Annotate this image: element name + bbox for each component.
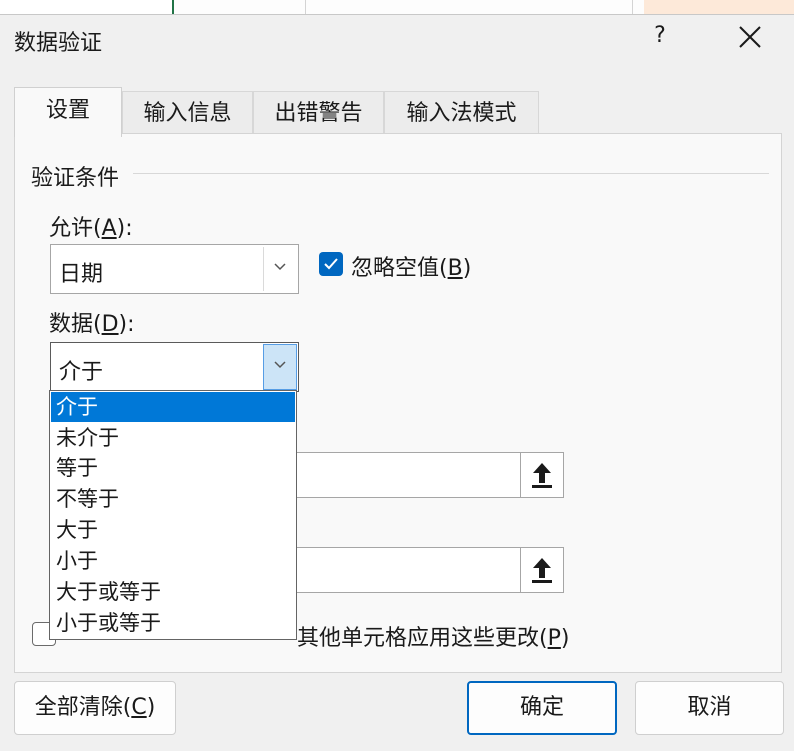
chevron-down-icon: [274, 263, 286, 271]
collapse-dialog-icon: [532, 558, 552, 583]
data-option[interactable]: 未介于: [51, 423, 295, 453]
data-option[interactable]: 小于或等于: [51, 608, 295, 638]
column-divider: [305, 0, 306, 14]
tab-input-message[interactable]: 输入信息: [122, 91, 253, 135]
apply-all-label[interactable]: 其他单元格应用这些更改(P): [297, 620, 569, 652]
collapse-dialog-icon: [532, 463, 552, 488]
data-value: 介于: [59, 360, 104, 385]
tab-settings[interactable]: 设置: [14, 87, 122, 137]
data-option[interactable]: 不等于: [51, 484, 295, 514]
spreadsheet-background-strip: [0, 0, 794, 14]
data-option[interactable]: 介于: [51, 392, 295, 422]
tab-error-alert[interactable]: 出错警告: [253, 91, 384, 135]
help-button[interactable]: ?: [646, 23, 674, 48]
data-option[interactable]: 等于: [51, 453, 295, 483]
ignore-blank-label[interactable]: 忽略空值(B): [351, 250, 471, 282]
data-dropdown-arrow[interactable]: [263, 344, 297, 390]
checkmark-icon: [324, 258, 338, 270]
end-date-ref-button[interactable]: [520, 547, 564, 593]
tab-ime-mode[interactable]: 输入法模式: [384, 91, 539, 135]
data-dropdown[interactable]: 介于: [50, 342, 299, 392]
close-icon: [739, 26, 761, 48]
ok-button[interactable]: 确定: [467, 681, 617, 735]
allow-label: 允许(A):: [49, 216, 133, 241]
data-options-list: 介于 未介于 等于 不等于 大于 小于 大于或等于 小于或等于: [49, 390, 297, 640]
clear-all-button[interactable]: 全部清除(C): [14, 681, 176, 735]
data-validation-dialog: 数据验证 ? 设置 输入信息 出错警告 输入法模式 验证条件 允许(A): 日期…: [0, 14, 794, 751]
start-date-ref-button[interactable]: [520, 452, 564, 498]
close-button[interactable]: [732, 19, 768, 55]
chevron-down-icon: [274, 361, 286, 369]
ignore-blank-checkbox[interactable]: [319, 252, 343, 276]
data-label: 数据(D):: [49, 312, 135, 337]
allow-dropdown-arrow[interactable]: [263, 247, 296, 291]
highlighted-cell-edge: [644, 0, 794, 14]
column-divider: [632, 0, 633, 14]
data-option[interactable]: 小于: [51, 546, 295, 576]
active-cell-edge: [0, 0, 174, 14]
dialog-title: 数据验证: [14, 31, 103, 56]
allow-dropdown[interactable]: 日期: [50, 244, 299, 294]
data-option[interactable]: 大于: [51, 515, 295, 545]
validation-criteria-label: 验证条件: [31, 166, 120, 191]
data-option[interactable]: 大于或等于: [51, 577, 295, 607]
group-divider: [133, 173, 769, 174]
cancel-button[interactable]: 取消: [635, 681, 784, 735]
allow-value: 日期: [59, 262, 104, 287]
